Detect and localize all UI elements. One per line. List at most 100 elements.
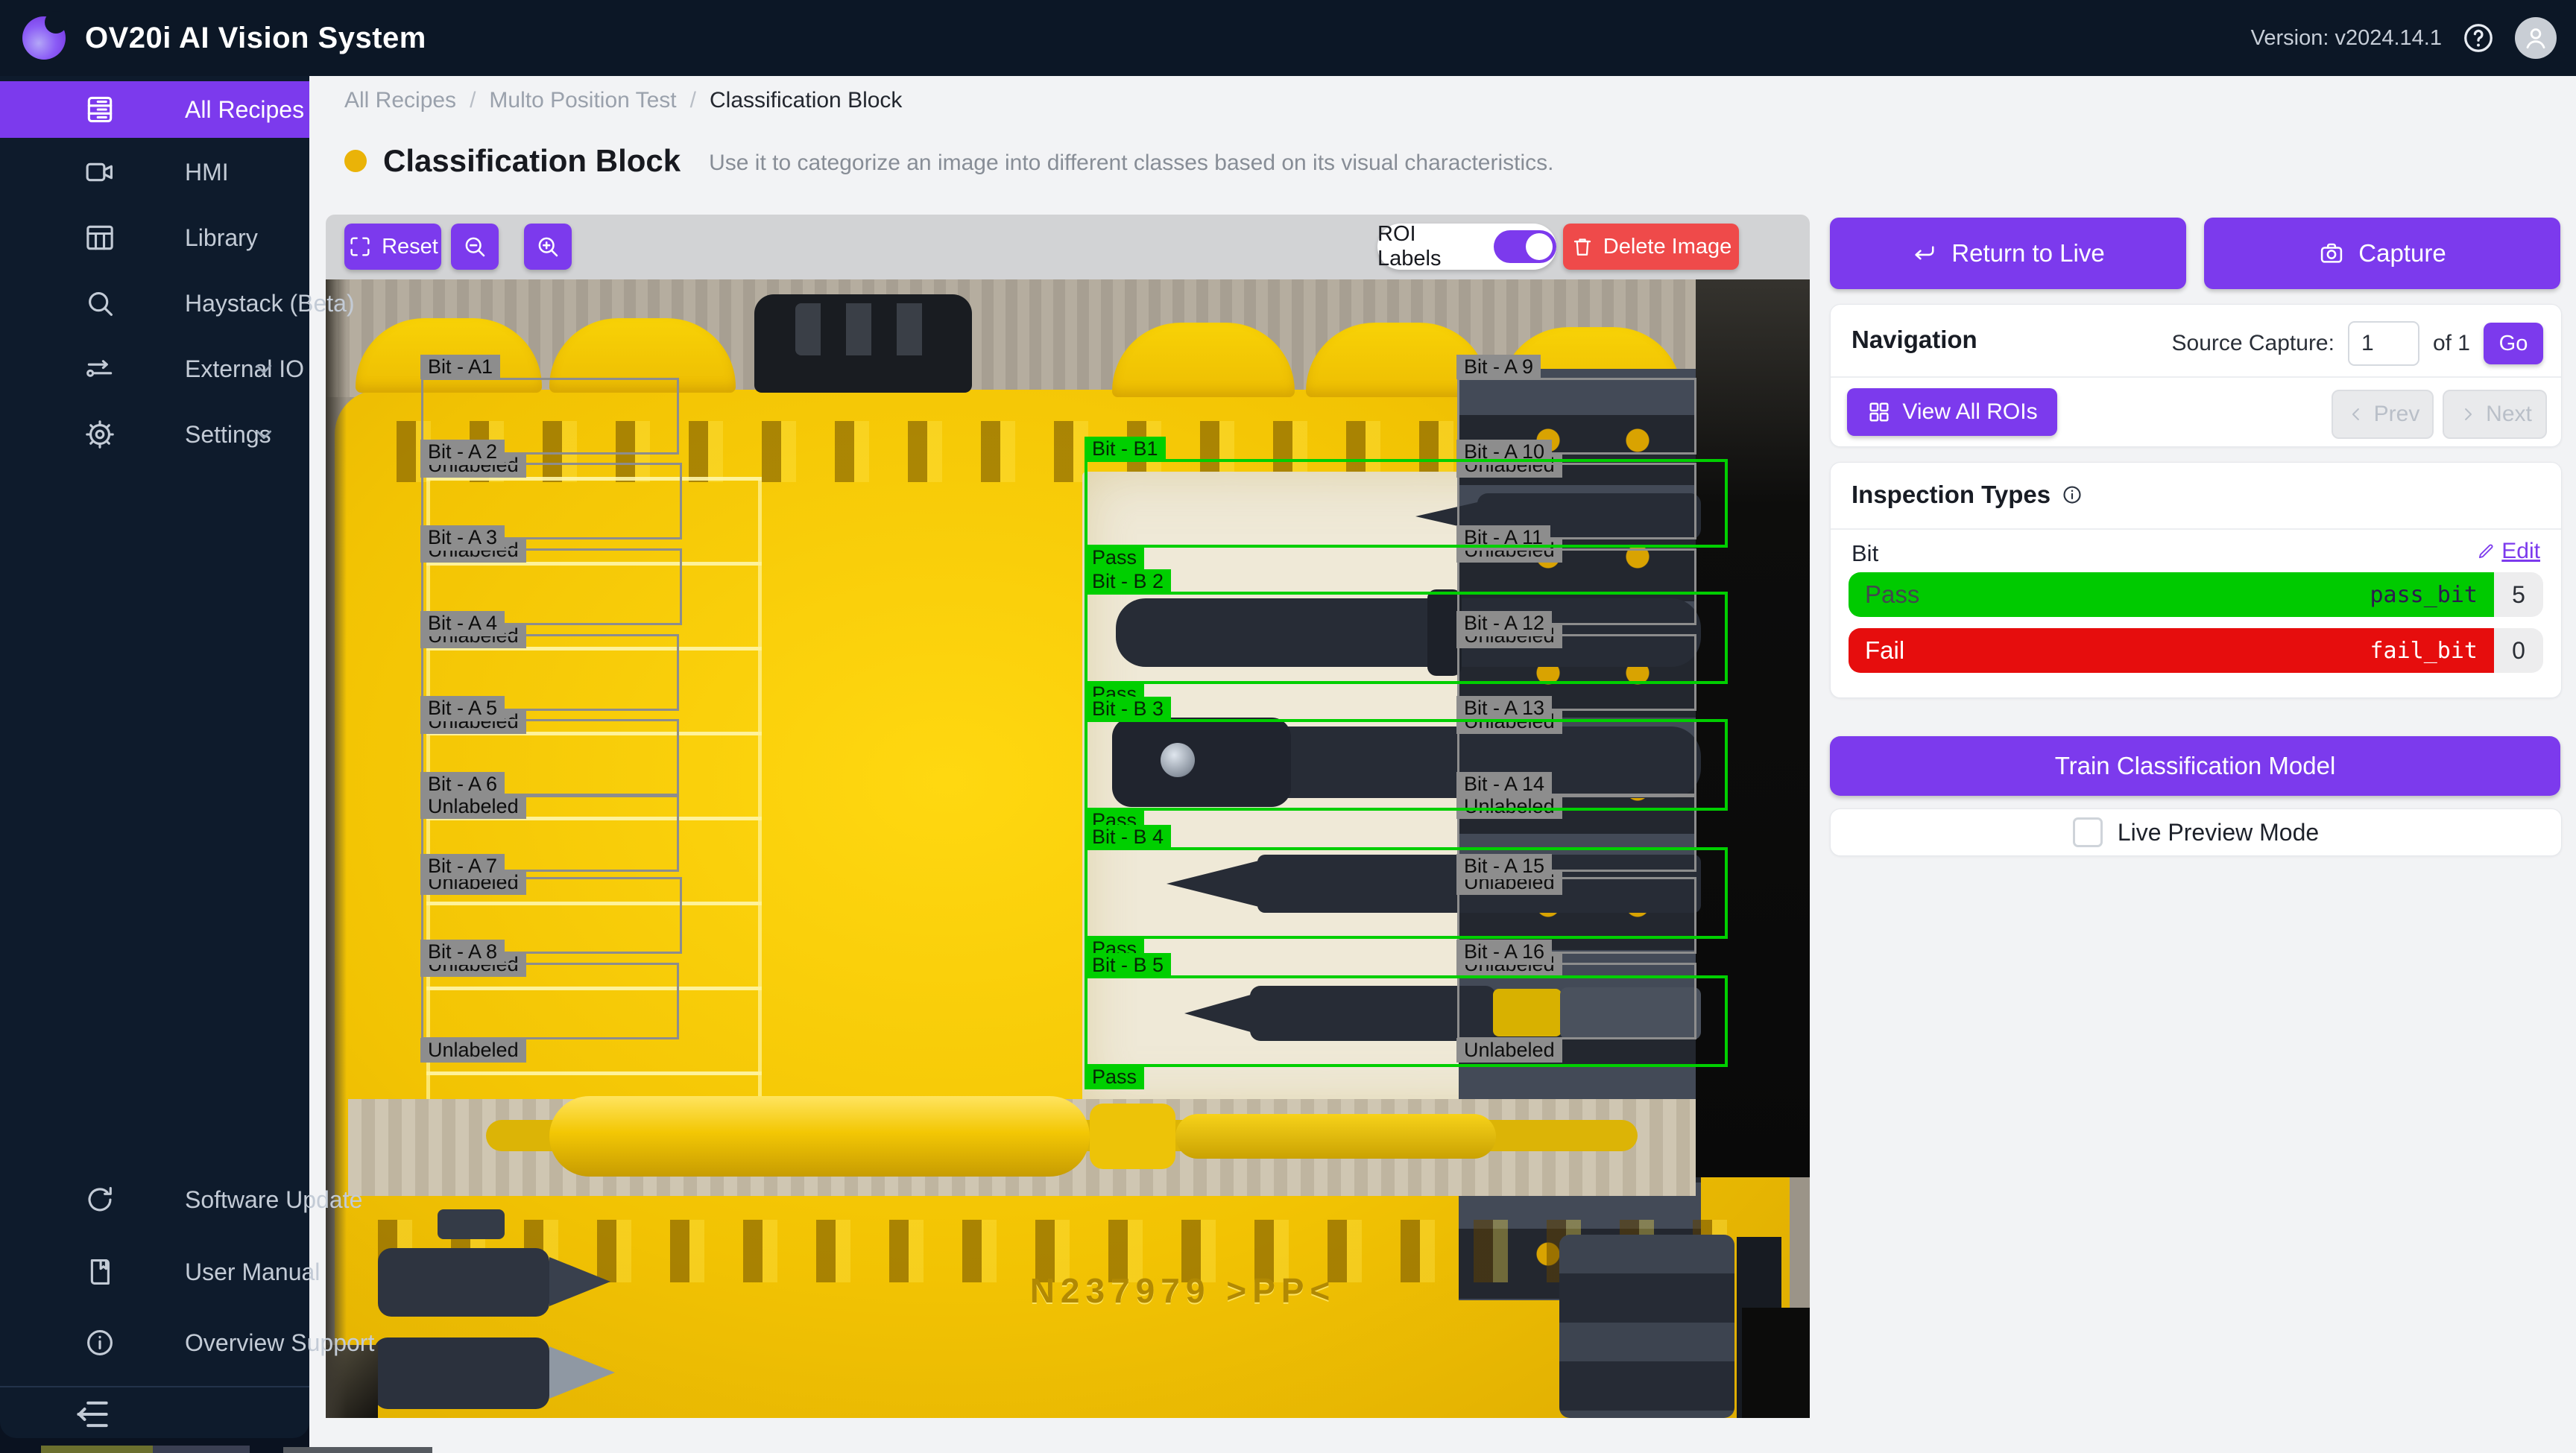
- roi-label: Bit - A 5: [420, 696, 505, 721]
- roi-classification-tag: Pass: [1085, 1065, 1144, 1089]
- background-window-fragment: [283, 1447, 432, 1453]
- view-all-rois-button[interactable]: View All ROIs: [1847, 388, 2057, 436]
- chevron-down-icon: [250, 420, 278, 449]
- sidebar-item-external-io[interactable]: External IO: [0, 341, 309, 397]
- background-window-fragment: [153, 1446, 250, 1453]
- sidebar-item-library[interactable]: Library: [0, 209, 309, 266]
- roi-box-bit-b-4[interactable]: Bit - B 4Pass: [1085, 847, 1728, 939]
- breadcrumb-item[interactable]: All Recipes: [344, 88, 456, 113]
- reset-view-button[interactable]: Reset: [344, 224, 441, 270]
- inspection-count: 5: [2494, 572, 2543, 617]
- source-capture-label: Source Capture:: [2172, 331, 2334, 356]
- chevron-down-icon: [250, 355, 278, 383]
- breadcrumb: All Recipes/Multo Position Test/Classifi…: [344, 88, 902, 113]
- sidebar-item-all-recipes[interactable]: All Recipes: [0, 81, 309, 138]
- collapse-sidebar-button[interactable]: [72, 1393, 124, 1438]
- user-avatar[interactable]: [2515, 17, 2557, 59]
- return-to-live-label: Return to Live: [1951, 239, 2104, 268]
- roi-label: Bit - A 2: [420, 440, 505, 464]
- sidebar-item-label: External IO: [185, 355, 304, 383]
- sidebar-item-label: User Manual: [185, 1259, 320, 1286]
- inspection-bit-name: fail_bit: [2370, 638, 2478, 664]
- sidebar-item-user-manual[interactable]: User Manual: [0, 1244, 309, 1300]
- delete-image-button[interactable]: Delete Image: [1563, 224, 1739, 270]
- roi-labels-toggle[interactable]: [1494, 230, 1556, 263]
- roi-label: Bit - B 2: [1085, 569, 1171, 594]
- roi-layer: Bit - A1UnlabeledBit - A 2UnlabeledBit -…: [326, 279, 1810, 1418]
- sidebar-item-overview-support[interactable]: Overview Support: [0, 1314, 309, 1371]
- capture-label: Capture: [2358, 239, 2446, 268]
- roi-labels-control: ROI Labels: [1377, 224, 1556, 270]
- live-preview-card: Live Preview Mode: [1830, 808, 2562, 856]
- breadcrumb-item[interactable]: Multo Position Test: [489, 88, 676, 113]
- inspection-group-label: Bit: [1852, 540, 1878, 567]
- grid-icon: [1866, 399, 1892, 425]
- inspection-row-fail[interactable]: Failfail_bit0: [1849, 628, 2543, 673]
- sidebar-item-hmi[interactable]: HMI: [0, 144, 309, 200]
- roi-label: Bit - B 3: [1085, 697, 1171, 721]
- sidebar: All Recipes HMI Library Haystack (Beta) Exte…: [0, 76, 309, 1438]
- breadcrumb-separator: /: [470, 88, 476, 113]
- train-model-label: Train Classification Model: [2055, 752, 2336, 780]
- reset-view-icon: [347, 234, 373, 259]
- edit-inspection-button[interactable]: Edit: [2476, 539, 2540, 564]
- roi-box-bit-a-8[interactable]: Bit - A 8Unlabeled: [421, 963, 679, 1039]
- sidebar-item-haystack-beta[interactable]: Haystack (Beta): [0, 275, 309, 332]
- next-button[interactable]: Next: [2443, 390, 2547, 439]
- camera-icon: [2318, 240, 2345, 267]
- inspection-bit-name: pass_bit: [2370, 582, 2478, 608]
- search-icon: [83, 287, 116, 320]
- pencil-icon: [2476, 542, 2496, 561]
- roi-box-bit-b-3[interactable]: Bit - B 3Pass: [1085, 719, 1728, 811]
- roi-label: Bit - A 4: [420, 611, 505, 636]
- help-icon[interactable]: [2461, 21, 2496, 55]
- zoom-out-icon: [461, 233, 488, 260]
- zoom-out-button[interactable]: [451, 224, 499, 270]
- roi-label: Bit - A 3: [420, 525, 505, 550]
- viewer-toolbar: Reset ROI Labels Delete Image: [326, 215, 1810, 279]
- roi-label: Bit - A 16: [1456, 940, 1552, 964]
- roi-classification-tag: Pass: [1085, 545, 1144, 570]
- inspection-class-label: Fail: [1865, 636, 1904, 665]
- roi-box-bit-b-5[interactable]: Bit - B 5Pass: [1085, 975, 1728, 1067]
- roi-label: Bit - A 6: [420, 772, 505, 797]
- zoom-in-button[interactable]: [524, 224, 572, 270]
- card-divider: [1831, 528, 2561, 530]
- recipes-icon: [83, 93, 116, 126]
- live-preview-checkbox[interactable]: [2073, 817, 2103, 847]
- sidebar-item-label: Library: [185, 224, 258, 252]
- breadcrumb-item: Classification Block: [710, 88, 902, 113]
- info-icon[interactable]: [2061, 484, 2083, 506]
- chevron-left-icon: [2346, 404, 2367, 425]
- inspection-class-label: Pass: [1865, 580, 1919, 609]
- sidebar-divider: [0, 1386, 309, 1387]
- roi-label: Bit - B1: [1085, 437, 1166, 461]
- gear-icon: [83, 418, 116, 451]
- go-label: Go: [2499, 332, 2528, 356]
- train-model-button[interactable]: Train Classification Model: [1830, 736, 2560, 796]
- prev-button[interactable]: Prev: [2332, 390, 2434, 439]
- go-button[interactable]: Go: [2484, 323, 2543, 364]
- delete-image-label: Delete Image: [1603, 235, 1732, 259]
- return-to-live-button[interactable]: Return to Live: [1830, 218, 2186, 289]
- inspection-types-card: Inspection Types Bit Edit Passpass_bit5F…: [1830, 462, 2562, 698]
- captured-image[interactable]: N237979 >PP< Bit - A1UnlabeledBit - A 2U…: [326, 279, 1810, 1418]
- reset-label: Reset: [382, 235, 438, 259]
- page-title-row: Classification Block Use it to categoriz…: [344, 143, 1553, 179]
- roi-label: Bit - A 9: [1456, 355, 1541, 379]
- sidebar-item-settings[interactable]: Settings: [0, 406, 309, 463]
- refresh-icon: [83, 1183, 116, 1216]
- version-label: Version: v2024.14.1: [2251, 26, 2442, 51]
- roi-box-bit-b-2[interactable]: Bit - B 2Pass: [1085, 592, 1728, 684]
- sidebar-item-label: HMI: [185, 159, 229, 186]
- prev-label: Prev: [2374, 402, 2420, 427]
- image-viewer: Reset ROI Labels Delete Image: [326, 215, 1810, 1418]
- capture-button[interactable]: Capture: [2204, 218, 2560, 289]
- next-label: Next: [2486, 402, 2532, 427]
- roi-box-bit-b1[interactable]: Bit - B1Pass: [1085, 459, 1728, 548]
- page-description: Use it to categorize an image into diffe…: [709, 146, 1553, 176]
- inspection-row-pass[interactable]: Pass pass_bit 5: [1849, 572, 2543, 617]
- source-capture-input[interactable]: [2348, 321, 2419, 366]
- return-icon: [1911, 240, 1938, 267]
- sidebar-item-software-update[interactable]: Software Update: [0, 1171, 309, 1228]
